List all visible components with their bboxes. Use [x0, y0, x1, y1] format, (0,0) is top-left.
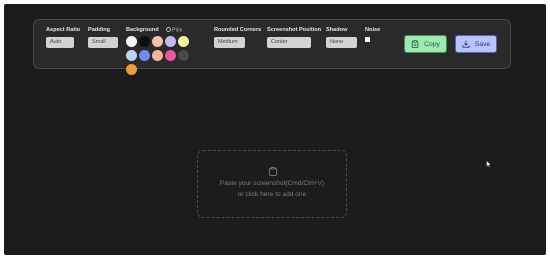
- background-group: Background Pick: [126, 27, 206, 75]
- screenshot-position-select[interactable]: Center: [267, 37, 311, 48]
- background-swatch[interactable]: [139, 50, 150, 61]
- pick-color-control[interactable]: Pick: [166, 27, 182, 35]
- dropzone-instruction: Paste your screenshot(Cmd/Ctrl+V): [219, 180, 325, 187]
- noise-checkbox[interactable]: [365, 37, 370, 42]
- app-canvas: Aspect Ratio Auto Padding Small Backgrou…: [4, 4, 546, 255]
- padding-label: Padding: [88, 27, 111, 33]
- mouse-cursor-icon: [486, 160, 492, 168]
- aspect-ratio-label: Aspect Ratio: [46, 27, 81, 33]
- background-swatch[interactable]: [126, 50, 137, 61]
- copy-button[interactable]: Copy: [404, 35, 447, 53]
- shadow-select[interactable]: None: [326, 37, 357, 48]
- background-swatch[interactable]: [165, 36, 176, 47]
- background-swatches: [126, 36, 206, 75]
- color-picker-icon: [166, 27, 171, 32]
- rounded-corners-label: Rounded Corners: [214, 27, 262, 33]
- save-button[interactable]: Save: [455, 35, 497, 53]
- background-swatch[interactable]: [165, 50, 176, 61]
- dropzone-subtext: or click here to add one: [237, 191, 307, 198]
- background-swatch[interactable]: [178, 36, 189, 47]
- noise-group: Noise: [365, 27, 385, 42]
- shadow-label: Shadow: [326, 27, 348, 33]
- toolbar: Aspect Ratio Auto Padding Small Backgrou…: [33, 19, 511, 75]
- background-swatch[interactable]: [139, 36, 150, 47]
- screenshot-position-label: Screenshot Position: [267, 27, 322, 33]
- save-label: Save: [474, 40, 491, 48]
- clipboard-icon: [269, 167, 277, 176]
- rounded-corners-select[interactable]: Medium: [214, 37, 245, 48]
- clipboard-icon: [411, 40, 419, 48]
- pick-label: Pick: [172, 27, 183, 34]
- padding-group: Padding Small: [88, 27, 122, 48]
- noise-label: Noise: [365, 27, 381, 33]
- aspect-ratio-select[interactable]: Auto: [46, 37, 74, 48]
- screenshot-position-group: Screenshot Position Center: [267, 27, 323, 48]
- background-swatch[interactable]: [152, 36, 163, 47]
- screenshot-dropzone[interactable]: Paste your screenshot(Cmd/Ctrl+V) or cli…: [197, 150, 347, 218]
- background-swatch[interactable]: [126, 36, 137, 47]
- copy-label: Copy: [424, 40, 440, 48]
- rounded-corners-group: Rounded Corners Medium: [214, 27, 264, 48]
- background-swatch[interactable]: [126, 64, 137, 75]
- download-icon: [462, 40, 470, 48]
- background-swatch[interactable]: [152, 50, 163, 61]
- padding-select[interactable]: Small: [88, 37, 118, 48]
- background-swatch[interactable]: [178, 50, 189, 61]
- shadow-group: Shadow None: [326, 27, 358, 48]
- aspect-ratio-group: Aspect Ratio Auto: [46, 27, 80, 48]
